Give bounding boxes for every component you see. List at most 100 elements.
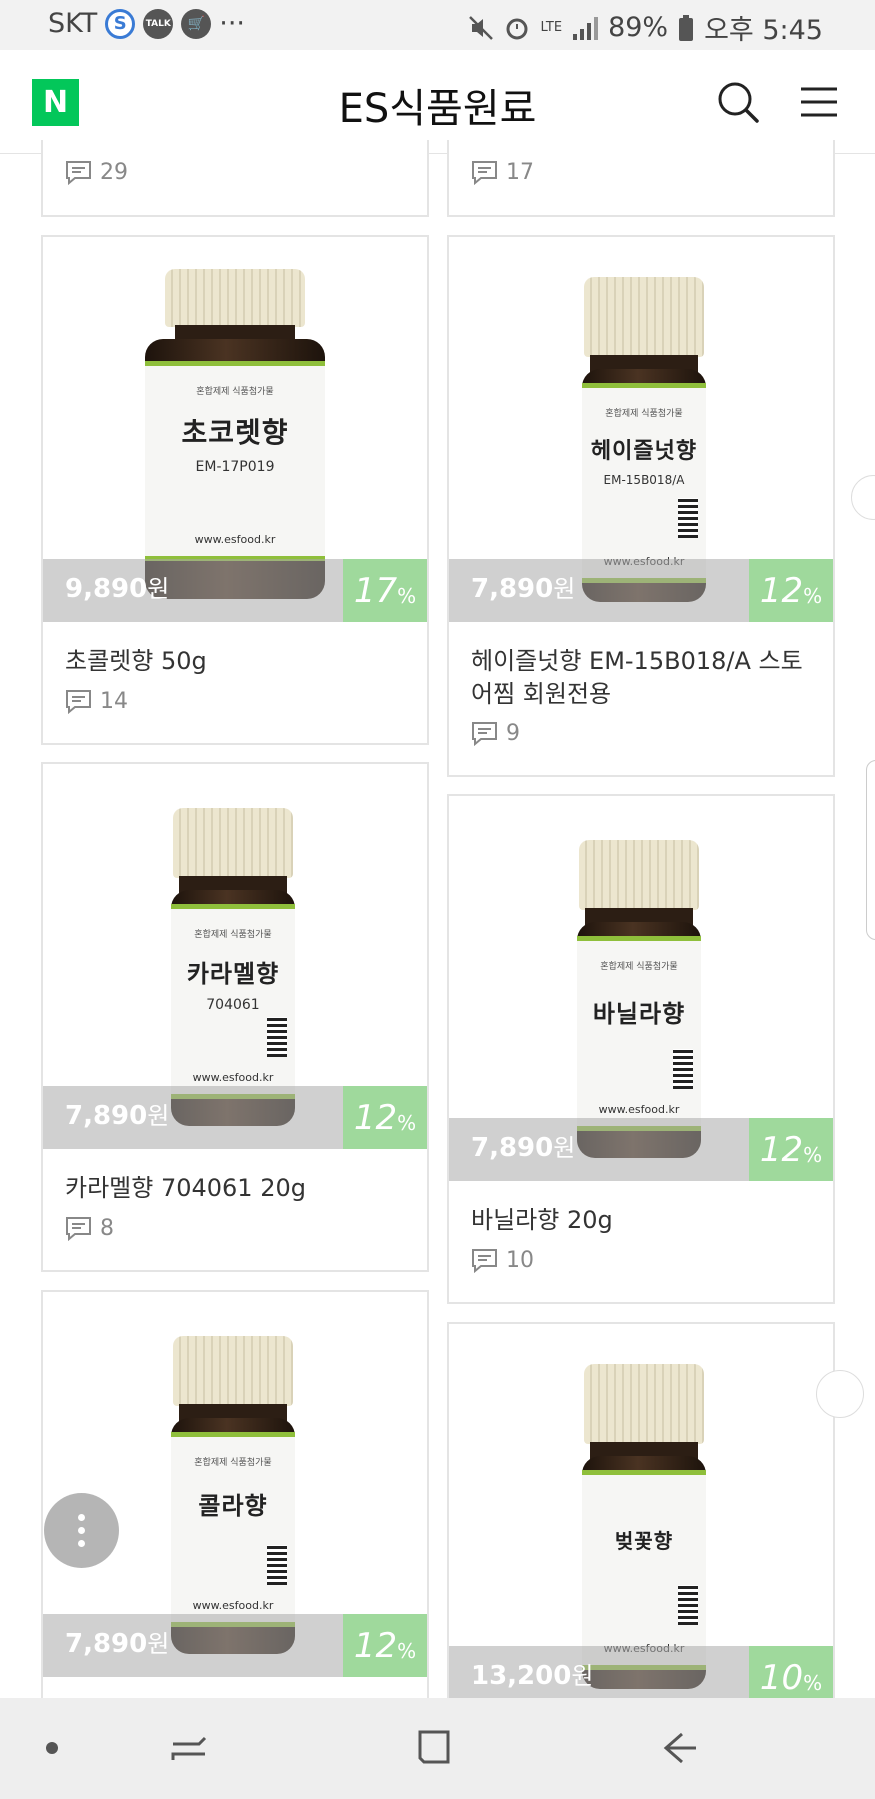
back-button[interactable] bbox=[655, 1723, 705, 1773]
product-card[interactable]: 벚꽃향 www.esfood.kr 13,200원 10% bbox=[447, 1322, 835, 1700]
price: 7,890원 bbox=[471, 1133, 576, 1163]
dot-icon bbox=[46, 1742, 58, 1754]
product-name[interactable]: 바닐라향 20g bbox=[471, 1204, 816, 1237]
product-card-partial[interactable]: 17 bbox=[447, 140, 835, 217]
cart-app-icon: 🛒 bbox=[181, 8, 212, 39]
price-overlay: 7,890원 12% bbox=[43, 1614, 427, 1677]
product-card[interactable]: 혼합제제 식품첨가물 카라멜향 704061 www.esfood.kr 7,8… bbox=[41, 762, 429, 1272]
more-vertical-icon bbox=[78, 1514, 85, 1547]
floating-more-button[interactable] bbox=[44, 1493, 119, 1568]
product-card-partial[interactable]: 29 bbox=[41, 140, 429, 217]
bottle-image: 벚꽃향 www.esfood.kr bbox=[582, 1364, 706, 1689]
comment-count-value: 14 bbox=[100, 689, 128, 714]
label-code: EM-17P019 bbox=[195, 459, 275, 475]
price-overlay: 7,890원 12% bbox=[449, 559, 833, 622]
qr-code bbox=[267, 1545, 287, 1585]
signal-icon bbox=[573, 16, 599, 40]
discount-badge: 17% bbox=[343, 559, 427, 622]
status-bar-left: SKT S TALK 🛒 ··· bbox=[48, 8, 245, 39]
comment-count-value: 29 bbox=[100, 160, 128, 185]
app-header: N ES식품원료 bbox=[0, 50, 875, 154]
qr-code bbox=[678, 498, 698, 538]
product-image[interactable]: 혼합제제 식품첨가물 카라멜향 704061 www.esfood.kr 7,8… bbox=[43, 764, 427, 1149]
qr-code bbox=[267, 1017, 287, 1057]
edge-handle[interactable] bbox=[816, 1370, 864, 1418]
comment-icon bbox=[472, 722, 497, 746]
product-image[interactable]: 혼합제제 식품첨가물 콜라향 www.esfood.kr 7,890원 12% bbox=[43, 1292, 427, 1677]
home-button[interactable] bbox=[409, 1723, 459, 1773]
home-icon bbox=[418, 1730, 450, 1764]
comment-count: 9 bbox=[471, 721, 520, 746]
edge-handle[interactable] bbox=[851, 475, 875, 520]
comment-icon bbox=[66, 690, 91, 714]
comment-count: 8 bbox=[65, 1216, 114, 1241]
product-card[interactable]: 혼합제제 식품첨가물 바닐라향 www.esfood.kr 7,890원 12%… bbox=[447, 794, 835, 1304]
label-title: 초코렛향 bbox=[181, 416, 289, 449]
system-nav-bar bbox=[0, 1698, 875, 1799]
s-app-icon: S bbox=[105, 8, 136, 39]
label-small-text: 혼합제제 식품첨가물 bbox=[196, 387, 274, 397]
back-icon bbox=[663, 1732, 696, 1764]
price-overlay: 9,890원 17% bbox=[43, 559, 427, 622]
alarm-icon bbox=[506, 18, 528, 39]
product-image[interactable]: 혼합제제 식품첨가물 헤이즐넛향 EM-15B018/A www.esfood.… bbox=[449, 237, 833, 622]
comment-count: 17 bbox=[471, 160, 534, 185]
product-card[interactable]: 혼합제제 식품첨가물 콜라향 www.esfood.kr 7,890원 12% bbox=[41, 1290, 429, 1700]
product-image[interactable]: 혼합제제 식품첨가물 초코렛향 EM-17P019 www.esfood.kr … bbox=[43, 237, 427, 622]
price: 7,890원 bbox=[471, 574, 576, 604]
label-title: 콜라향 bbox=[198, 1492, 268, 1520]
price: 13,200원 bbox=[471, 1661, 594, 1691]
product-card[interactable]: 혼합제제 식품첨가물 초코렛향 EM-17P019 www.esfood.kr … bbox=[41, 235, 429, 745]
price-overlay: 13,200원 10% bbox=[449, 1646, 833, 1700]
label-title: 카라멜향 bbox=[186, 960, 280, 988]
qr-code bbox=[673, 1049, 693, 1089]
product-name[interactable]: 헤이즐넛향 EM-15B018/A 스토어찜 회원전용 bbox=[471, 645, 816, 711]
product-name[interactable]: 카라멜향 704061 20g bbox=[65, 1172, 410, 1205]
mute-icon bbox=[469, 15, 494, 40]
label-title: 바닐라향 bbox=[592, 1000, 686, 1028]
comment-count: 10 bbox=[471, 1248, 534, 1273]
comment-icon bbox=[472, 161, 497, 185]
comment-icon bbox=[66, 161, 91, 185]
label-code: EM-15B018/A bbox=[603, 473, 685, 487]
product-name[interactable]: 초콜렛향 50g bbox=[65, 645, 410, 678]
menu-button[interactable] bbox=[798, 84, 840, 120]
label-title: 헤이즐넛향 bbox=[590, 439, 698, 464]
product-image[interactable]: 벚꽃향 www.esfood.kr 13,200원 10% bbox=[449, 1324, 833, 1700]
label-site: www.esfood.kr bbox=[194, 533, 276, 546]
price: 9,890원 bbox=[65, 574, 170, 604]
network-type: LTE bbox=[540, 20, 563, 35]
talk-app-icon: TALK bbox=[143, 8, 174, 39]
more-notifications-icon: ··· bbox=[219, 8, 245, 39]
discount-badge: 12% bbox=[749, 559, 833, 622]
comment-count: 14 bbox=[65, 689, 128, 714]
comment-count-value: 9 bbox=[506, 721, 520, 746]
bottle-image: 혼합제제 식품첨가물 초코렛향 EM-17P019 www.esfood.kr bbox=[145, 269, 325, 599]
label-small-text: 혼합제제 식품첨가물 bbox=[600, 962, 678, 972]
comment-count-value: 8 bbox=[100, 1216, 114, 1241]
qr-code bbox=[678, 1585, 698, 1625]
bottle-image: 혼합제제 식품첨가물 바닐라향 www.esfood.kr bbox=[577, 840, 701, 1158]
label-small-text: 혼합제제 식품첨가물 bbox=[194, 930, 272, 940]
label-site: www.esfood.kr bbox=[192, 1599, 274, 1612]
status-bar-right: LTE 89% 오후 5:45 bbox=[468, 8, 823, 47]
price: 7,890원 bbox=[65, 1101, 170, 1131]
price-overlay: 7,890원 12% bbox=[43, 1086, 427, 1149]
label-site: www.esfood.kr bbox=[192, 1071, 274, 1084]
comment-count: 29 bbox=[65, 160, 128, 185]
clock: 오후 5:45 bbox=[704, 15, 823, 46]
recent-apps-icon bbox=[171, 1736, 207, 1760]
edge-panel-handle[interactable] bbox=[866, 760, 875, 940]
bottle-image: 혼합제제 식품첨가물 콜라향 www.esfood.kr bbox=[171, 1336, 295, 1654]
discount-badge: 10% bbox=[749, 1646, 833, 1700]
bottle-image: 혼합제제 식품첨가물 카라멜향 704061 www.esfood.kr bbox=[171, 808, 295, 1126]
comment-count-value: 10 bbox=[506, 1248, 534, 1273]
label-small-text: 혼합제제 식품첨가물 bbox=[194, 1458, 272, 1468]
recent-apps-button[interactable] bbox=[164, 1723, 214, 1773]
comment-icon bbox=[472, 1249, 497, 1273]
label-title: 벚꽃향 bbox=[614, 1529, 674, 1553]
product-image[interactable]: 혼합제제 식품첨가물 바닐라향 www.esfood.kr 7,890원 12% bbox=[449, 796, 833, 1181]
nav-dot-button[interactable] bbox=[27, 1723, 77, 1773]
product-card[interactable]: 혼합제제 식품첨가물 헤이즐넛향 EM-15B018/A www.esfood.… bbox=[447, 235, 835, 777]
search-button[interactable] bbox=[716, 80, 760, 124]
